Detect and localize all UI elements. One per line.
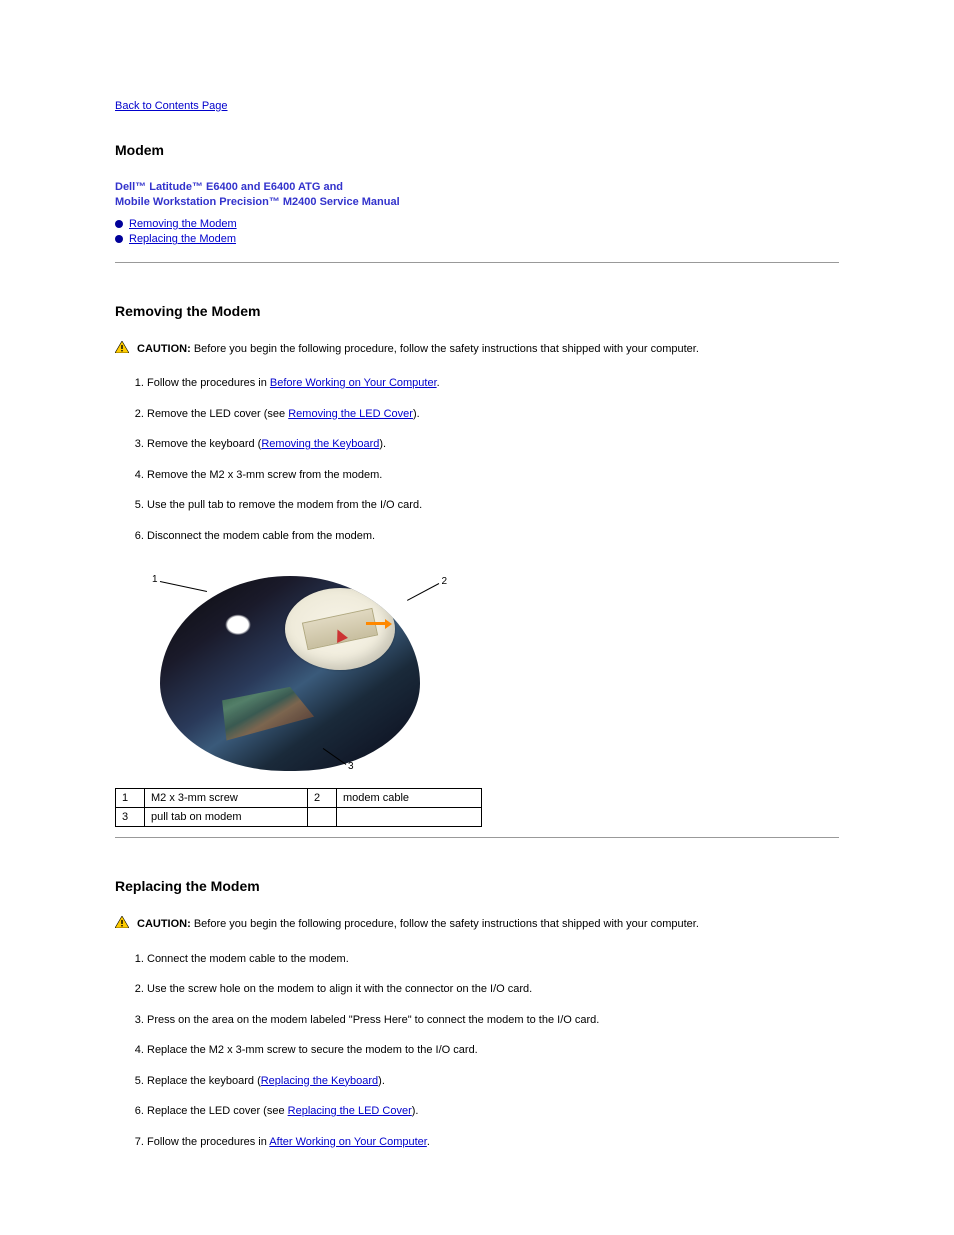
rstep-3: Press on the area on the modem labeled "…: [147, 1012, 839, 1029]
caution-text: Before you begin the following procedure…: [191, 343, 699, 355]
figure-image: [160, 576, 420, 771]
part-3-label: pull tab on modem: [145, 808, 308, 827]
warning-icon: [115, 916, 129, 928]
part-1-label: M2 x 3-mm screw: [145, 789, 308, 808]
rstep-1: Connect the modem cable to the modem.: [147, 951, 839, 968]
caution-block: CAUTION: Before you begin the following …: [115, 341, 839, 358]
removing-steps: Follow the procedures in Before Working …: [115, 375, 839, 544]
replacing-heading: Replacing the Modem: [115, 878, 839, 894]
subtitle-line-2: Mobile Workstation Precision™ M2400 Serv…: [115, 196, 400, 208]
step-1: Follow the procedures in Before Working …: [147, 375, 839, 392]
part-2-num: 2: [308, 789, 337, 808]
replacing-steps: Connect the modem cable to the modem. Us…: [115, 951, 839, 1151]
back-to-contents-link[interactable]: Back to Contents Page: [115, 100, 228, 112]
caution-text: Before you begin the following procedure…: [191, 918, 699, 930]
modem-figure: 1 2 3: [145, 566, 445, 776]
callout-2: 2: [441, 576, 447, 587]
callout-1: 1: [152, 574, 158, 585]
link-after-working[interactable]: After Working on Your Computer: [269, 1136, 427, 1148]
table-of-contents: Removing the Modem Replacing the Modem: [115, 217, 839, 248]
link-before-working[interactable]: Before Working on Your Computer: [270, 377, 437, 389]
link-replacing-led-cover[interactable]: Replacing the LED Cover: [288, 1105, 412, 1117]
divider: [115, 837, 839, 838]
divider: [115, 262, 839, 263]
step-3: Remove the keyboard (Removing the Keyboa…: [147, 436, 839, 453]
step-6: Disconnect the modem cable from the mode…: [147, 528, 839, 545]
caution-label: CAUTION:: [137, 343, 191, 355]
rstep-2: Use the screw hole on the modem to align…: [147, 981, 839, 998]
toc-replacing-modem-link[interactable]: Replacing the Modem: [129, 233, 236, 245]
step-5: Use the pull tab to remove the modem fro…: [147, 497, 839, 514]
warning-icon: [115, 341, 129, 353]
callout-3: 3: [348, 761, 354, 772]
rstep-4: Replace the M2 x 3-mm screw to secure th…: [147, 1042, 839, 1059]
step-2: Remove the LED cover (see Removing the L…: [147, 406, 839, 423]
parts-table: 1 M2 x 3-mm screw 2 modem cable 3 pull t…: [115, 788, 482, 827]
link-replacing-keyboard[interactable]: Replacing the Keyboard: [261, 1075, 378, 1087]
doc-subtitle: Dell™ Latitude™ E6400 and E6400 ATG and …: [115, 180, 839, 211]
link-removing-led-cover[interactable]: Removing the LED Cover: [288, 408, 413, 420]
page-title: Modem: [115, 142, 839, 158]
step-4: Remove the M2 x 3-mm screw from the mode…: [147, 467, 839, 484]
part-3-num: 3: [116, 808, 145, 827]
subtitle-line-1: Dell™ Latitude™ E6400 and E6400 ATG and: [115, 181, 343, 193]
part-2-label: modem cable: [337, 789, 482, 808]
rstep-5: Replace the keyboard (Replacing the Keyb…: [147, 1073, 839, 1090]
rstep-7: Follow the procedures in After Working o…: [147, 1134, 839, 1151]
caution-label: CAUTION:: [137, 918, 191, 930]
rstep-6: Replace the LED cover (see Replacing the…: [147, 1103, 839, 1120]
part-1-num: 1: [116, 789, 145, 808]
removing-heading: Removing the Modem: [115, 303, 839, 319]
link-removing-keyboard[interactable]: Removing the Keyboard: [261, 438, 379, 450]
toc-removing-modem-link[interactable]: Removing the Modem: [129, 218, 237, 230]
caution-block-2: CAUTION: Before you begin the following …: [115, 916, 839, 933]
